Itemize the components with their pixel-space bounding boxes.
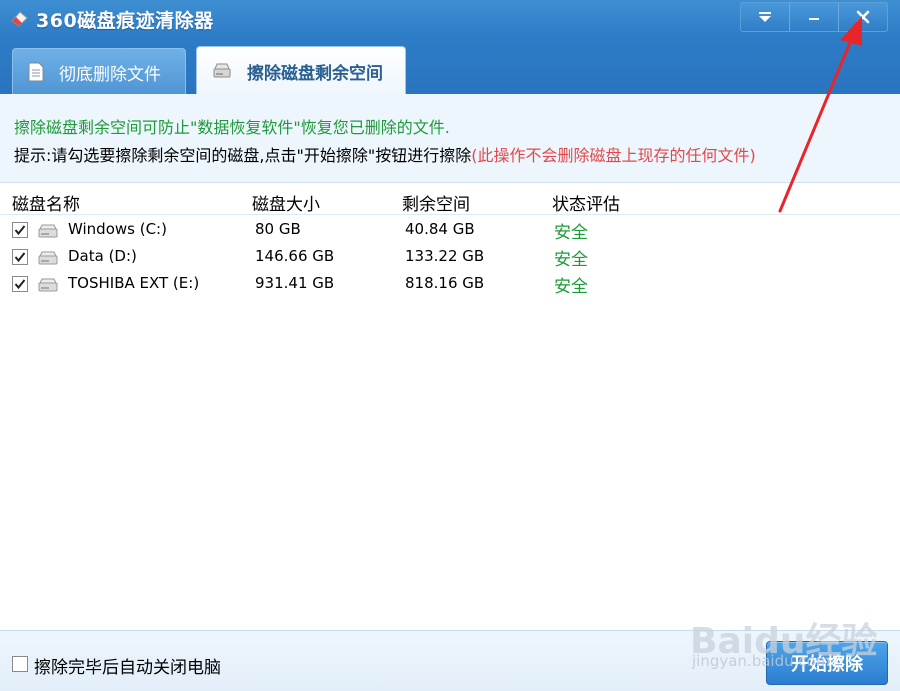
checkmark-icon bbox=[14, 279, 26, 290]
disk-free-space: 133.22 GB bbox=[405, 247, 485, 265]
table-header: 磁盘名称 磁盘大小 剩余空间 状态评估 bbox=[0, 186, 900, 215]
checkmark-icon bbox=[14, 225, 26, 236]
drive-icon bbox=[213, 63, 231, 78]
disk-size: 146.66 GB bbox=[255, 247, 335, 265]
disk-status: 安全 bbox=[554, 223, 588, 243]
tab-bar: 彻底删除文件 擦除磁盘剩余空间 bbox=[12, 46, 416, 95]
column-header-disk-name[interactable]: 磁盘名称 bbox=[12, 190, 80, 215]
table-row[interactable]: Windows (C:) 80 GB 40.84 GB 安全 bbox=[0, 217, 900, 244]
window-controls bbox=[740, 2, 888, 32]
tab-wipe-free-space[interactable]: 擦除磁盘剩余空间 bbox=[196, 46, 406, 95]
tab-label: 擦除磁盘剩余空间 bbox=[247, 63, 383, 84]
auto-shutdown-label[interactable]: 擦除完毕后自动关闭电脑 bbox=[34, 653, 221, 678]
close-icon bbox=[856, 10, 870, 24]
disk-size: 80 GB bbox=[255, 220, 301, 238]
tab-shred-files[interactable]: 彻底删除文件 bbox=[12, 48, 186, 95]
document-icon bbox=[28, 62, 44, 82]
chevron-down-icon bbox=[759, 12, 771, 22]
disk-free-space: 818.16 GB bbox=[405, 274, 485, 292]
app-title: 360磁盘痕迹清除器 bbox=[36, 10, 214, 32]
tab-label: 彻底删除文件 bbox=[59, 64, 161, 85]
disk-checkbox[interactable] bbox=[12, 222, 28, 238]
info-panel: 擦除磁盘剩余空间可防止"数据恢复软件"恢复您已删除的文件. 提示:请勾选要擦除剩… bbox=[0, 94, 900, 183]
table-row[interactable]: Data (D:) 146.66 GB 133.22 GB 安全 bbox=[0, 244, 900, 271]
minimize-button[interactable] bbox=[789, 3, 838, 31]
checkmark-icon bbox=[14, 252, 26, 263]
disk-checkbox[interactable] bbox=[12, 249, 28, 265]
app-window: 360磁盘痕迹清除器 彻底删除文件 擦除磁盘剩余空间 擦除磁盘剩余空间可防止"数… bbox=[0, 0, 900, 691]
column-header-disk-size[interactable]: 磁盘大小 bbox=[252, 190, 320, 215]
auto-shutdown-checkbox[interactable] bbox=[12, 656, 28, 672]
info-hint: 提示:请勾选要擦除剩余空间的磁盘,点击"开始擦除"按钮进行擦除(此操作不会删除磁… bbox=[14, 142, 756, 166]
menu-dropdown-button[interactable] bbox=[741, 3, 789, 31]
minimize-icon bbox=[809, 18, 819, 20]
eraser-icon bbox=[11, 11, 28, 27]
hard-drive-icon bbox=[38, 251, 58, 265]
disk-status: 安全 bbox=[554, 277, 588, 297]
hard-drive-icon bbox=[38, 224, 58, 238]
warning-text: (此操作不会删除磁盘上现存的任何文件) bbox=[471, 146, 756, 165]
info-description: 擦除磁盘剩余空间可防止"数据恢复软件"恢复您已删除的文件. bbox=[14, 118, 450, 137]
hard-drive-icon bbox=[38, 278, 58, 292]
hint-text: 提示:请勾选要擦除剩余空间的磁盘,点击"开始擦除"按钮进行擦除 bbox=[14, 146, 472, 165]
footer: 擦除完毕后自动关闭电脑 开始擦除 bbox=[0, 630, 900, 691]
column-header-free-space[interactable]: 剩余空间 bbox=[402, 190, 470, 215]
disk-status: 安全 bbox=[554, 250, 588, 270]
title-bar[interactable]: 360磁盘痕迹清除器 bbox=[0, 0, 900, 38]
column-header-status[interactable]: 状态评估 bbox=[552, 190, 620, 215]
close-button[interactable] bbox=[838, 3, 887, 31]
header: 360磁盘痕迹清除器 彻底删除文件 擦除磁盘剩余空间 bbox=[0, 0, 900, 95]
disk-name: TOSHIBA EXT (E:) bbox=[68, 274, 200, 292]
disk-size: 931.41 GB bbox=[255, 274, 335, 292]
disk-free-space: 40.84 GB bbox=[405, 220, 475, 238]
disk-name: Data (D:) bbox=[68, 247, 137, 265]
disk-name: Windows (C:) bbox=[68, 220, 167, 238]
start-wipe-button[interactable]: 开始擦除 bbox=[766, 641, 888, 685]
table-row[interactable]: TOSHIBA EXT (E:) 931.41 GB 818.16 GB 安全 bbox=[0, 271, 900, 298]
disk-checkbox[interactable] bbox=[12, 276, 28, 292]
